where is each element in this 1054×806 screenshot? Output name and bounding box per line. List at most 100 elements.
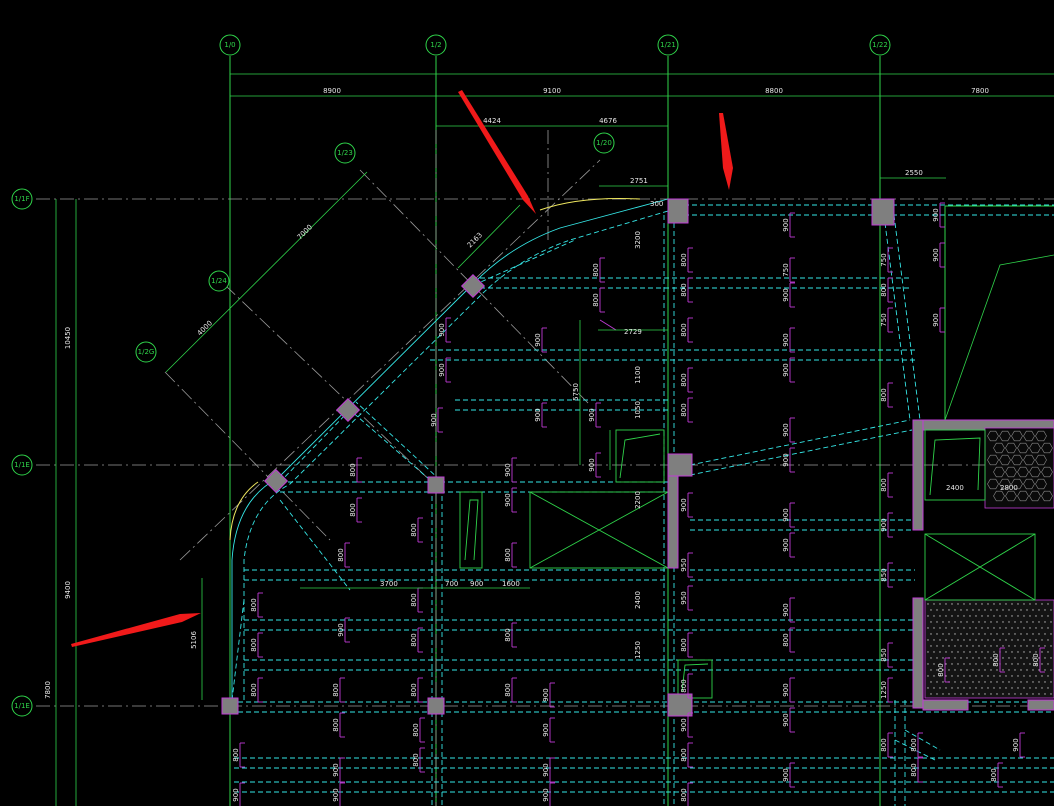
hatch-dot xyxy=(1005,627,1007,629)
beam-label: 800 xyxy=(250,632,263,658)
beam-label-text: 800 xyxy=(680,788,688,801)
hatch-dot xyxy=(1014,621,1016,623)
beam-label: 800 xyxy=(880,732,893,758)
hatch-dot xyxy=(1050,681,1052,683)
beam-label-text: 800 xyxy=(992,653,1000,666)
hatch-dot xyxy=(1038,693,1040,695)
beam-label-text: 800 xyxy=(337,548,345,561)
beam-label: 1250 xyxy=(880,677,893,703)
hatch-dot xyxy=(1020,645,1022,647)
hatch-dot xyxy=(1029,603,1031,605)
hatch-dot xyxy=(948,633,950,635)
hatch-dot xyxy=(972,621,974,623)
hatch-dot xyxy=(954,609,956,611)
dim-second-2: 4676 xyxy=(599,117,617,125)
beam-label-text: 850 xyxy=(880,568,888,581)
beam-label-text: 850 xyxy=(880,648,888,661)
beam-label: 800 xyxy=(680,397,693,423)
hatch-dot xyxy=(963,627,965,629)
red-arrow-icon xyxy=(719,113,733,190)
beam-label-text: 900 xyxy=(782,713,790,726)
beam-label-text: 900 xyxy=(438,323,446,336)
hatch-dot xyxy=(1023,687,1025,689)
beam-label-text: 900 xyxy=(782,333,790,346)
hatch-dot xyxy=(993,639,995,641)
hatch-dot xyxy=(1005,663,1007,665)
beam-label: 800 xyxy=(349,457,362,483)
hatch-dot xyxy=(1044,657,1046,659)
hatch-dot xyxy=(1002,633,1004,635)
hatch-dot xyxy=(984,669,986,671)
hatch-dot xyxy=(960,645,962,647)
beam-label-text: 900 xyxy=(534,408,542,421)
beam-label-text: 800 xyxy=(412,723,420,736)
hatch-dot xyxy=(1014,609,1016,611)
hatch-dot xyxy=(978,669,980,671)
hatch-dot xyxy=(993,603,995,605)
hatch-dot xyxy=(1050,609,1052,611)
beam-label-text: 800 xyxy=(349,503,357,516)
left-dimensions: 10450 9400 7800 xyxy=(44,199,77,806)
beam-label-text: 800 xyxy=(332,718,340,731)
hatch-dot xyxy=(1047,663,1049,665)
hatch-dot xyxy=(960,633,962,635)
hatch-dot xyxy=(954,693,956,695)
hatch-dot xyxy=(1047,627,1049,629)
hatch-dot xyxy=(993,651,995,653)
beam-label: 800 xyxy=(680,277,693,303)
hatch-dot xyxy=(954,621,956,623)
hatch-dot xyxy=(981,627,983,629)
beam-label-text: 800 xyxy=(332,683,340,696)
hatch-dot xyxy=(996,609,998,611)
dim-1600: 1600 xyxy=(502,580,520,588)
beam-label: 900 xyxy=(542,717,555,743)
hatch-dot xyxy=(1026,645,1028,647)
beam-label: 800 xyxy=(250,677,263,703)
hatch-dot xyxy=(1014,657,1016,659)
hatch-dot xyxy=(1011,675,1013,677)
beam-label: 900 xyxy=(782,677,795,703)
hatch-dot xyxy=(987,615,989,617)
dim-3700: 3700 xyxy=(380,580,398,588)
beam-label: 800 xyxy=(990,762,1003,788)
hatch-dot xyxy=(1032,669,1034,671)
dim-diag-2: 2163 xyxy=(466,231,484,249)
hatch-dot xyxy=(930,645,932,647)
beam-label: 950 xyxy=(680,585,693,611)
hatch-dot xyxy=(1035,615,1037,617)
beam-label: 800 xyxy=(910,732,923,758)
hatch-dot xyxy=(939,651,941,653)
hatch-dot xyxy=(1011,627,1013,629)
dim-3200: 3200 xyxy=(634,231,642,249)
dim-top-4: 7800 xyxy=(971,87,989,95)
hatch-dot xyxy=(1032,681,1034,683)
hatch-dot xyxy=(996,633,998,635)
hatch-dot xyxy=(999,627,1001,629)
beam-label: 900 xyxy=(782,532,795,558)
beam-label: 800 xyxy=(680,632,693,658)
beam-label-text: 800 xyxy=(504,628,512,641)
axis-bubble-top-3: 1/21 xyxy=(660,41,676,49)
hatch-dot xyxy=(951,663,953,665)
beam-label: 850 xyxy=(880,562,893,588)
hatch-dot xyxy=(1041,675,1043,677)
hatch-dot xyxy=(975,639,977,641)
hatch-dot xyxy=(1008,681,1010,683)
dim-1250: 1250 xyxy=(634,641,642,659)
hatch-dot xyxy=(945,639,947,641)
hatch-dot xyxy=(1002,621,1004,623)
beam-label-text: 900 xyxy=(782,508,790,521)
hatch-dot xyxy=(957,603,959,605)
hatch-dot xyxy=(1008,657,1010,659)
hatch-dot xyxy=(963,651,965,653)
beam-label: 900 xyxy=(680,492,693,518)
hatch-dot xyxy=(966,621,968,623)
hatch-dot xyxy=(1041,651,1043,653)
beam-label: 800 xyxy=(782,627,795,653)
beam-label: 800 xyxy=(880,382,893,408)
hatch-dot xyxy=(957,687,959,689)
hatch-dot xyxy=(981,675,983,677)
hatch-dot xyxy=(954,645,956,647)
beam-label-text: 800 xyxy=(250,598,258,611)
hatch-dot xyxy=(1005,639,1007,641)
